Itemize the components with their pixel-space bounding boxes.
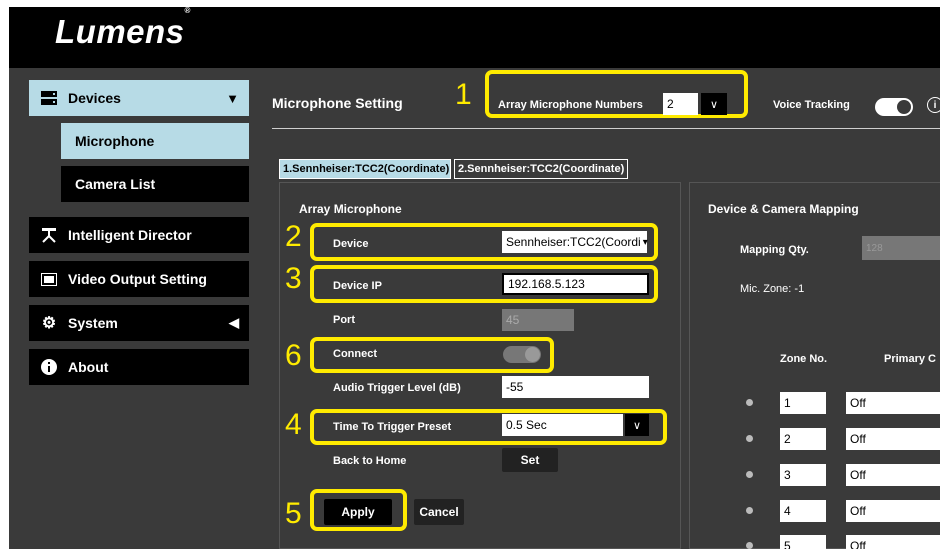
callout-number-5: 5	[285, 497, 302, 530]
device-label: Device	[333, 238, 369, 250]
section-title: Array Microphone	[299, 202, 402, 216]
device-select[interactable]: Sennheiser:TCC2(Coordi ▾	[502, 231, 648, 253]
zone-status-dot	[746, 507, 753, 514]
primary-camera-select[interactable]: Off	[846, 464, 940, 486]
info-icon	[38, 359, 60, 375]
zone-status-dot	[746, 399, 753, 406]
device-camera-mapping-panel: Device & Camera Mapping Mapping Qty. 128…	[689, 182, 940, 549]
callout-number-4: 4	[285, 408, 302, 441]
array-mic-numbers-label: Array Microphone Numbers	[498, 99, 643, 111]
page-title: Microphone Setting	[272, 95, 403, 111]
tab-device-1[interactable]: 1.Sennheiser:TCC2(Coordinate)	[279, 159, 451, 179]
connect-toggle[interactable]	[503, 346, 541, 363]
primary-camera-select[interactable]: Off	[846, 428, 940, 450]
chevron-down-icon[interactable]: ∨	[625, 414, 649, 436]
device-ip-input[interactable]: 192.168.5.123	[502, 273, 649, 295]
sidebar: Devices ▼ Microphone Camera List Intelli…	[9, 68, 258, 549]
device-ip-label: Device IP	[333, 280, 382, 292]
zone-number-input[interactable]: 5	[780, 535, 826, 549]
sidebar-item-intelligent-director[interactable]: Intelligent Director	[29, 217, 249, 253]
section-title: Device & Camera Mapping	[708, 202, 859, 216]
zone-no-header: Zone No.	[780, 353, 828, 365]
callout-number-3: 3	[285, 262, 302, 295]
caret-down-icon: ▼	[226, 90, 239, 106]
array-mic-numbers-select[interactable]: 2	[663, 93, 698, 115]
mapping-qty-input[interactable]: 128	[862, 236, 940, 260]
zone-status-dot	[746, 435, 753, 442]
main-content: Microphone Setting 1 Array Microphone Nu…	[258, 68, 940, 549]
sidebar-item-video-output-setting[interactable]: Video Output Setting	[29, 261, 249, 297]
mapping-qty-label: Mapping Qty.	[740, 244, 809, 256]
callout-number-1: 1	[455, 78, 472, 111]
sidebar-item-system[interactable]: ⚙ System ◀	[29, 305, 249, 341]
callout-number-6: 6	[285, 339, 302, 372]
zone-status-dot	[746, 542, 753, 549]
time-trigger-select[interactable]: 0.5 Sec	[502, 414, 623, 436]
chevron-down-icon: ▾	[642, 236, 648, 248]
voice-tracking-toggle[interactable]	[875, 98, 913, 116]
mic-zone-label: Mic. Zone: -1	[740, 283, 805, 295]
voice-tracking-label: Voice Tracking	[773, 99, 850, 111]
callout-number-2: 2	[285, 220, 302, 253]
primary-camera-select[interactable]: Off	[846, 392, 940, 414]
primary-camera-header: Primary C	[884, 353, 936, 365]
zone-status-dot	[746, 471, 753, 478]
sidebar-item-label: Devices	[68, 90, 121, 106]
sidebar-item-label: Intelligent Director	[68, 227, 192, 243]
sidebar-sub-item-camera-list[interactable]: Camera List	[61, 166, 249, 202]
app-window: Lumens® Devices ▼ Microphone Camera List…	[9, 7, 940, 549]
chevron-down-icon[interactable]: ∨	[701, 93, 727, 115]
array-microphone-panel: Array Microphone 2 Device Sennheiser:TCC…	[279, 182, 681, 549]
sidebar-item-devices[interactable]: Devices ▼	[29, 80, 249, 116]
lumens-logo: Lumens®	[55, 7, 191, 50]
divider	[272, 128, 940, 129]
primary-camera-select[interactable]: Off	[846, 500, 940, 522]
cancel-button[interactable]: Cancel	[414, 499, 464, 525]
device-value: Sennheiser:TCC2(Coordi	[506, 235, 641, 249]
sidebar-item-label: Video Output Setting	[68, 271, 207, 287]
port-input[interactable]: 45	[502, 309, 574, 331]
sidebar-item-label: System	[68, 315, 118, 331]
connect-label: Connect	[333, 348, 377, 360]
primary-camera-select[interactable]: Off	[846, 535, 940, 549]
gear-icon: ⚙	[41, 315, 57, 332]
zone-number-input[interactable]: 3	[780, 464, 826, 486]
zone-number-input[interactable]: 2	[780, 428, 826, 450]
tripod-icon	[38, 227, 60, 243]
audio-trigger-input[interactable]: -55	[502, 376, 649, 398]
tab-device-2[interactable]: 2.Sennheiser:TCC2(Coordinate)	[454, 159, 628, 179]
sidebar-sub-item-label: Microphone	[75, 133, 155, 149]
apply-button[interactable]: Apply	[324, 499, 392, 525]
sidebar-item-about[interactable]: About	[29, 349, 249, 385]
sidebar-sub-item-label: Camera List	[75, 176, 156, 192]
zone-number-input[interactable]: 4	[780, 500, 826, 522]
sidebar-item-label: About	[68, 359, 109, 375]
server-icon	[38, 91, 60, 105]
set-button[interactable]: Set	[502, 448, 558, 472]
zone-number-input[interactable]: 1	[780, 392, 826, 414]
caret-left-icon: ◀	[229, 315, 239, 330]
port-label: Port	[333, 314, 355, 326]
sidebar-sub-item-microphone[interactable]: Microphone	[61, 123, 249, 159]
audio-trigger-label: Audio Trigger Level (dB)	[333, 382, 461, 394]
display-icon	[38, 272, 60, 286]
time-trigger-label: Time To Trigger Preset	[333, 421, 452, 433]
back-home-label: Back to Home	[333, 455, 407, 467]
info-icon[interactable]: i	[927, 97, 940, 113]
